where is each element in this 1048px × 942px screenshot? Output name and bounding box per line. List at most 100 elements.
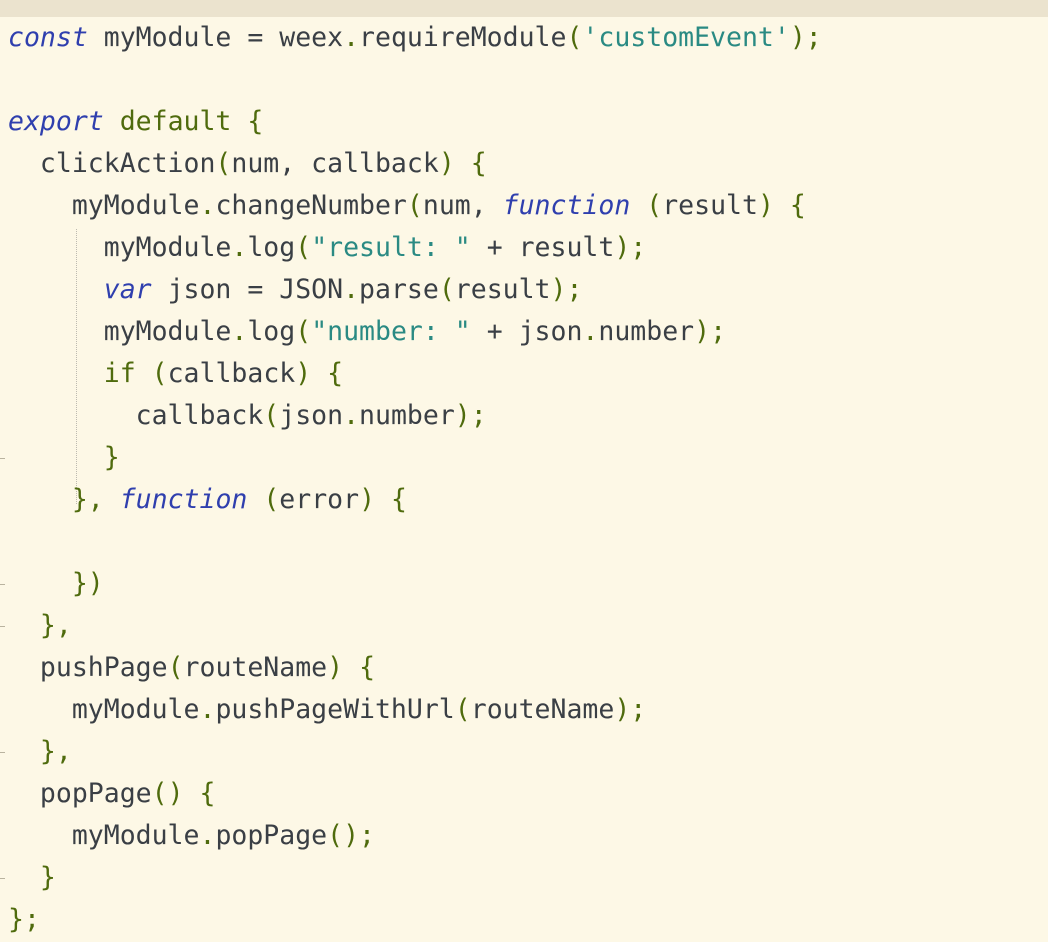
code-line[interactable]: pushPage(routeName) {	[8, 647, 822, 689]
code-line[interactable]: const myModule = weex.requireModule('cus…	[8, 17, 822, 59]
punctuation-token: (	[151, 358, 168, 389]
punctuation-token: )	[295, 358, 312, 389]
identifier-token: myModule	[103, 232, 232, 263]
punctuation-token: .	[231, 316, 248, 347]
punctuation-token: {	[391, 484, 407, 515]
indentation	[8, 862, 40, 893]
identifier-token	[774, 190, 790, 221]
punctuation-token: }	[39, 862, 56, 893]
punctuation-token: },	[71, 484, 104, 515]
identifier-token: number	[359, 400, 455, 431]
identifier-token: num, callback	[231, 148, 439, 179]
code-line[interactable]: callback(json.number);	[8, 395, 822, 437]
identifier-token: myModule	[71, 190, 200, 221]
punctuation-token: .	[199, 694, 216, 725]
identifier-token	[104, 484, 120, 515]
punctuation-token: );	[614, 694, 647, 725]
identifier-token	[104, 106, 120, 137]
identifier-token: routeName	[183, 652, 328, 683]
code-line[interactable]: var json = JSON.parse(result);	[8, 269, 822, 311]
code-line[interactable]: }	[8, 437, 822, 479]
code-line[interactable]: myModule.log("number: " + json.number);	[8, 311, 822, 353]
punctuation-token: (	[646, 190, 663, 221]
punctuation-token: (	[215, 148, 232, 179]
identifier-token: error	[279, 484, 360, 515]
punctuation-token: (	[295, 316, 312, 347]
code-line[interactable]	[8, 59, 822, 101]
punctuation-token: (	[295, 232, 312, 263]
code-line[interactable]: if (callback) {	[8, 353, 822, 395]
identifier-token: myModule	[103, 316, 232, 347]
punctuation-token: (	[438, 274, 455, 305]
punctuation-token: ()	[151, 778, 184, 809]
punctuation-token: (	[406, 190, 423, 221]
code-line[interactable]: popPage() {	[8, 773, 822, 815]
code-content[interactable]: const myModule = weex.requireModule('cus…	[8, 17, 822, 941]
code-line[interactable]: clickAction(num, callback) {	[8, 143, 822, 185]
string-token: "result: "	[311, 232, 471, 263]
code-line[interactable]: myModule.popPage();	[8, 815, 822, 857]
punctuation-token: }	[103, 442, 120, 473]
fold-marker[interactable]	[0, 458, 5, 459]
code-line[interactable]: myModule.log("result: " + result);	[8, 227, 822, 269]
code-editor[interactable]: const myModule = weex.requireModule('cus…	[0, 17, 1048, 942]
punctuation-token: {	[327, 358, 344, 389]
punctuation-token: {	[247, 106, 264, 137]
identifier-token: myModule	[71, 694, 200, 725]
identifier-token: pushPageWithUrl	[215, 694, 455, 725]
string-token: "number: "	[311, 316, 471, 347]
keyword-token: function	[502, 190, 631, 221]
punctuation-token: )	[359, 484, 376, 515]
editor-top-band	[0, 0, 1048, 17]
identifier-token: popPage	[215, 820, 328, 851]
code-line[interactable]: };	[8, 899, 822, 941]
indentation	[8, 652, 40, 683]
punctuation-token: .	[231, 232, 248, 263]
punctuation-token: );	[694, 316, 727, 347]
code-line[interactable]: })	[8, 563, 822, 605]
punctuation-token: ();	[327, 820, 375, 851]
indentation	[8, 442, 104, 473]
punctuation-token: (	[167, 652, 184, 683]
identifier-token: number	[598, 316, 695, 347]
code-line[interactable]: },	[8, 731, 822, 773]
punctuation-token: {	[470, 148, 487, 179]
identifier-token: json = JSON	[151, 274, 344, 305]
identifier-token: log	[247, 316, 296, 347]
punctuation-token: },	[39, 610, 72, 641]
identifier-token: changeNumber	[215, 190, 407, 221]
keyword-token: const	[8, 22, 88, 53]
keyword-token: function	[119, 484, 248, 515]
code-line[interactable]: export default {	[8, 101, 822, 143]
indentation	[8, 316, 104, 347]
identifier-token: log	[247, 232, 296, 263]
code-line[interactable]: myModule.pushPageWithUrl(routeName);	[8, 689, 822, 731]
code-line[interactable]	[8, 521, 822, 563]
keyword-token: if	[103, 358, 136, 389]
indentation	[8, 274, 104, 305]
punctuation-token: };	[8, 904, 40, 935]
punctuation-token: {	[199, 778, 216, 809]
identifier-token: result	[662, 190, 758, 221]
code-line[interactable]: },	[8, 605, 822, 647]
fold-marker[interactable]	[0, 626, 5, 627]
identifier-token	[630, 190, 646, 221]
punctuation-token: )	[757, 190, 774, 221]
code-line[interactable]: myModule.changeNumber(num, function (res…	[8, 185, 822, 227]
identifier-token: callback	[167, 358, 296, 389]
punctuation-token: .	[343, 274, 360, 305]
punctuation-token: .	[343, 22, 360, 53]
fold-marker[interactable]	[0, 584, 5, 585]
fold-marker[interactable]	[0, 752, 5, 753]
code-line[interactable]: }, function (error) {	[8, 479, 822, 521]
punctuation-token: (	[263, 400, 280, 431]
string-token: 'customEvent'	[582, 22, 790, 53]
keyword-token: export	[8, 106, 104, 137]
fold-marker[interactable]	[0, 878, 5, 879]
indentation	[8, 820, 72, 851]
indentation	[8, 358, 104, 389]
code-line[interactable]: }	[8, 857, 822, 899]
identifier-token	[184, 778, 200, 809]
identifier-token: clickAction	[39, 148, 216, 179]
identifier-token: pushPage	[39, 652, 168, 683]
